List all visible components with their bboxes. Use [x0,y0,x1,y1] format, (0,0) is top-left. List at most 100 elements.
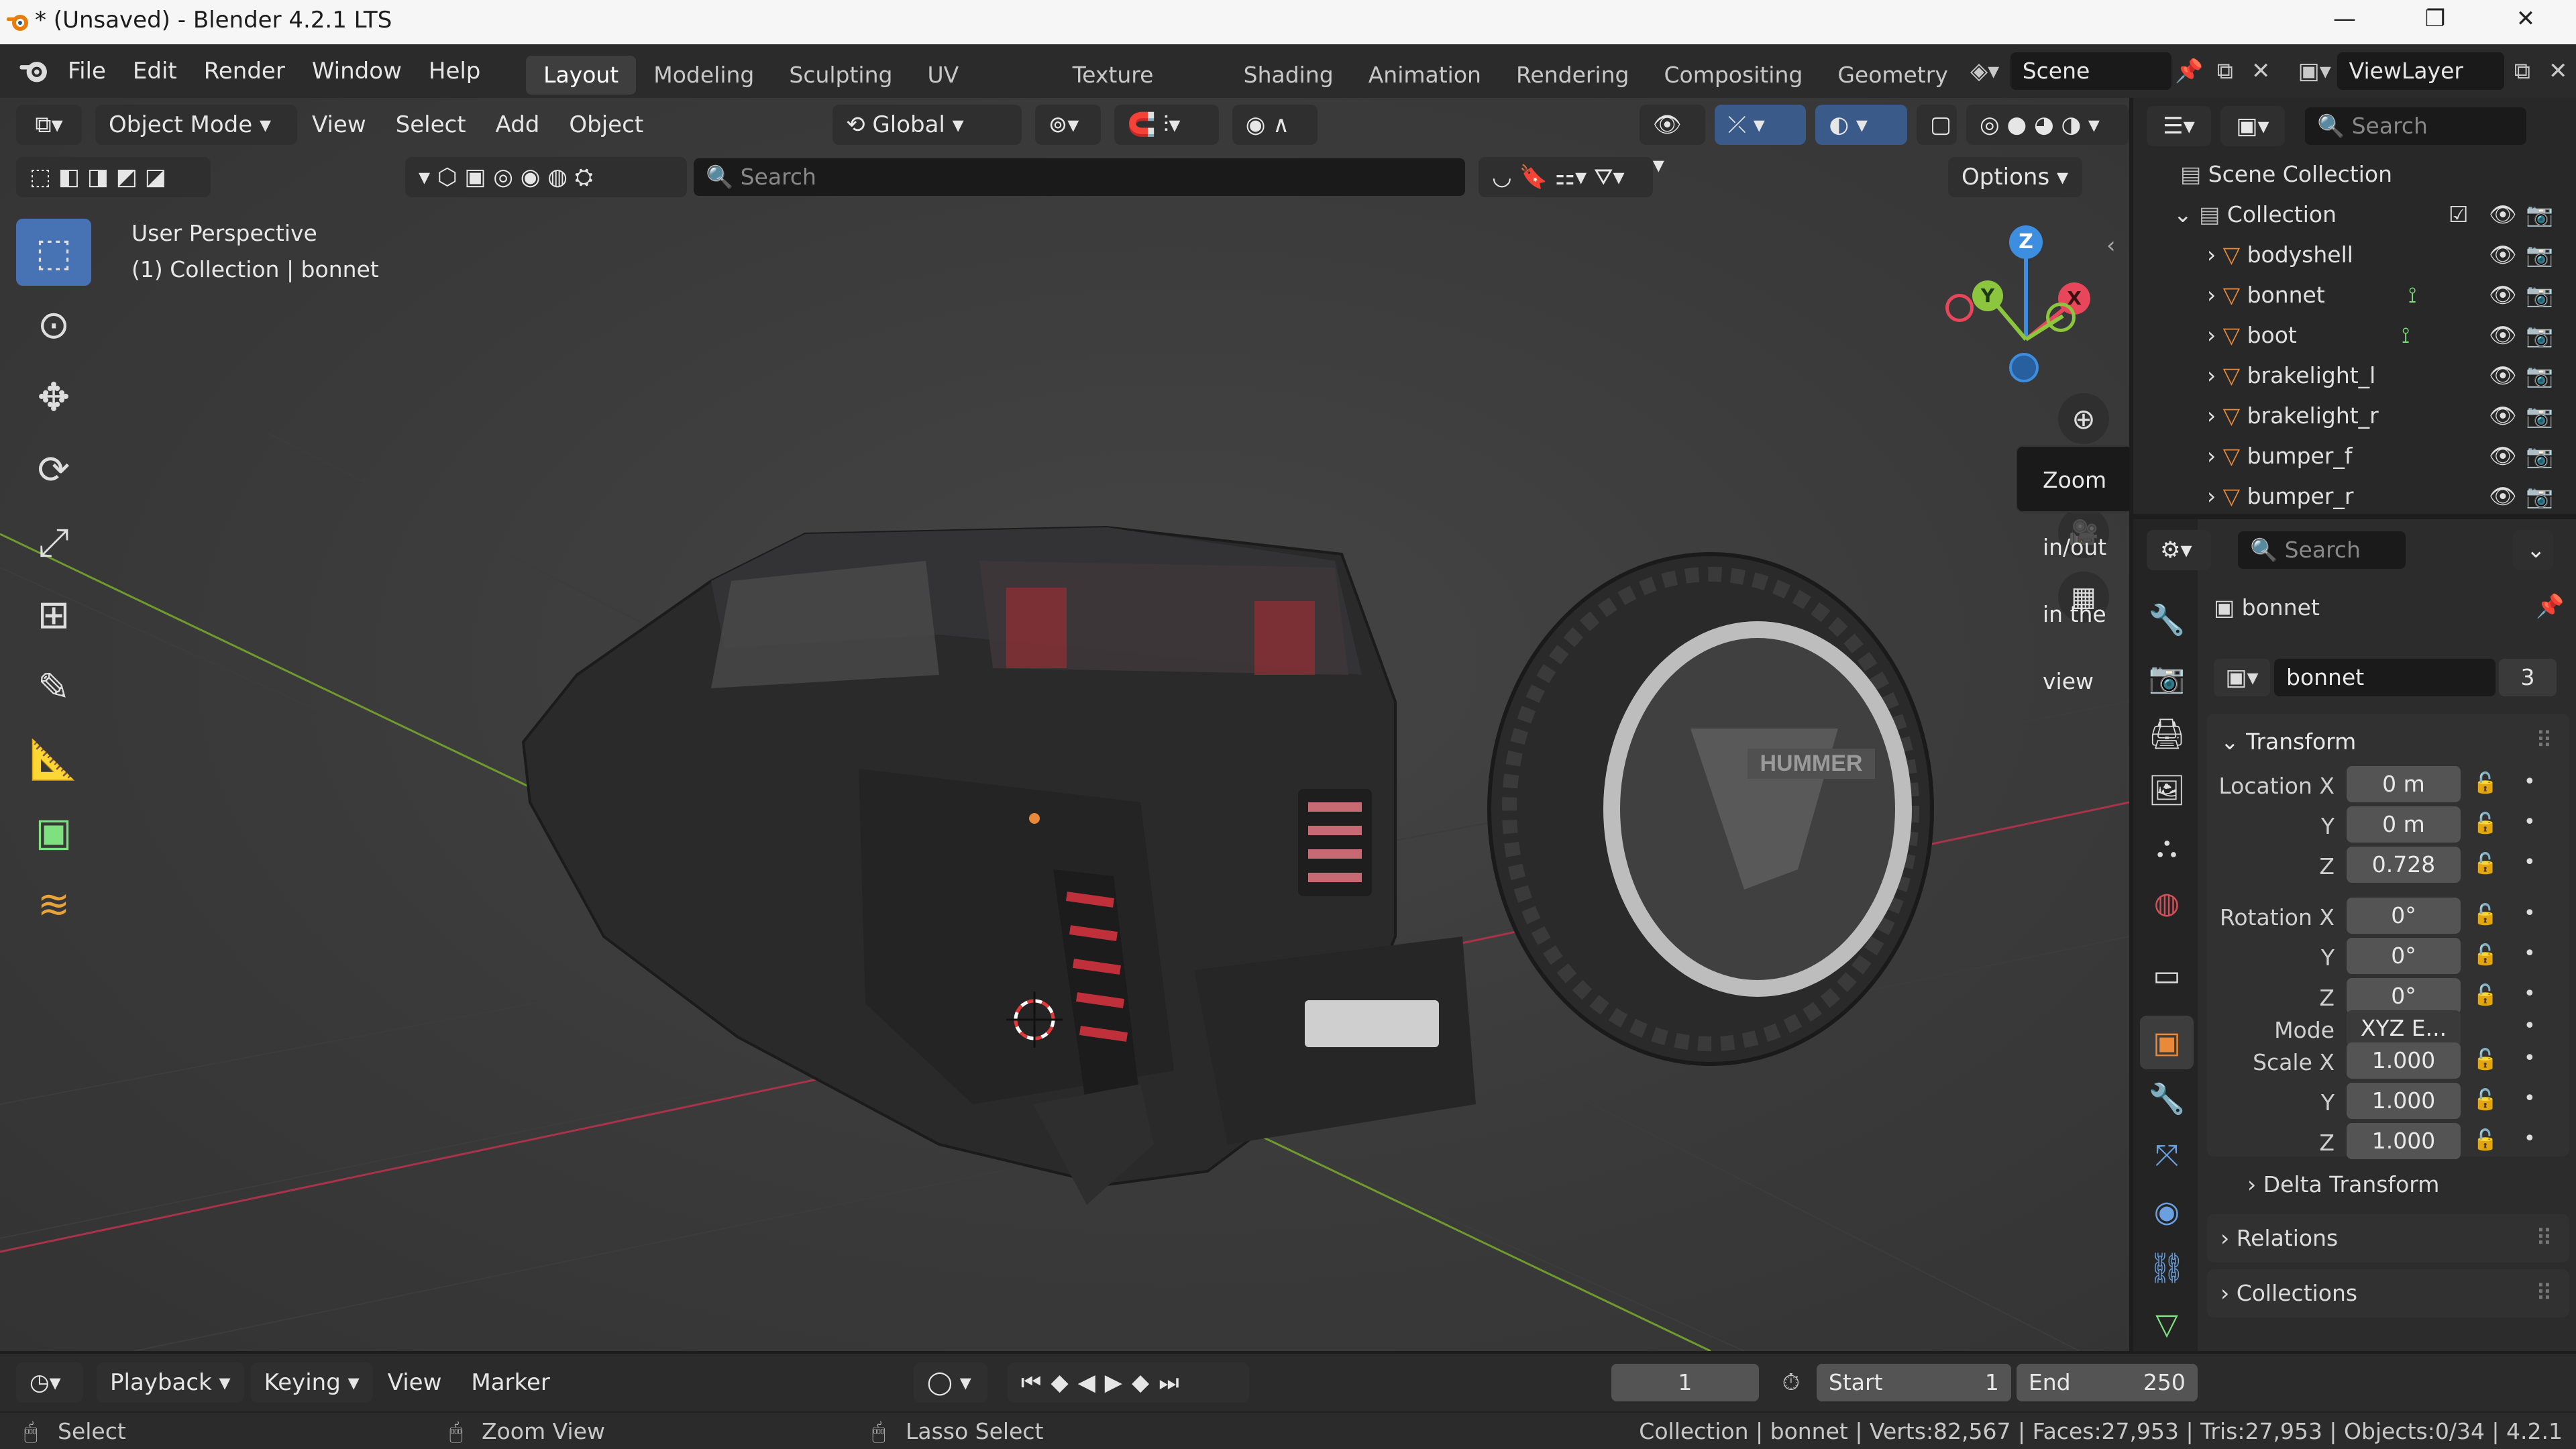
tab-geometry-nodes[interactable]: Geometry N [1820,56,1949,95]
cursor-tool-icon[interactable]: ⊙ [16,291,91,358]
menu-object[interactable]: Object [554,98,658,152]
keyframe-dot-icon[interactable]: • [2524,902,2536,925]
visibility-eye-icon[interactable]: 👁 [2489,275,2517,315]
keyframe-dot-icon[interactable]: • [2524,1046,2536,1070]
panel-drag-icon[interactable]: ⠿ [2536,727,2553,754]
collections-drag-icon[interactable]: ⠿ [2536,1280,2553,1307]
scene-collection-row[interactable]: ▤ Scene Collection [2133,154,2576,195]
collections-panel-header[interactable]: › Collections ⠿ [2207,1269,2569,1318]
select-box-tool-icon[interactable]: ⬚ [16,219,91,286]
scale-tool-icon[interactable]: ⤢ [16,508,91,576]
proportional-editing-icon[interactable]: ◉ ∧ [1232,105,1318,145]
rotation-y-field[interactable]: 0° [2347,938,2461,974]
scale-z-field[interactable]: 1.000 [2347,1123,2461,1159]
visibility-eye-icon[interactable]: 👁 [2489,436,2517,476]
menu-edit[interactable]: Edit [119,44,191,98]
expand-arrow-icon[interactable]: › [2207,483,2223,509]
menu-add[interactable]: Add [481,98,555,152]
delete-view-layer-icon[interactable]: ✕ [2540,52,2576,90]
collection-visibility-icon[interactable]: 👁 [2489,195,2517,235]
options-dropdown[interactable]: Options ▾ [1948,157,2082,197]
render-camera-icon[interactable]: 📷 [2526,476,2553,517]
tab-texture-paint[interactable]: Texture Paint [1055,56,1226,127]
measure-tool-icon[interactable]: 📐 [16,726,91,793]
end-frame-field[interactable]: End 250 [2016,1364,2198,1401]
render-tab-icon[interactable]: 📷 [2140,651,2194,704]
tab-uv-editing[interactable]: UV Editing [910,56,1055,127]
outliner-search-input[interactable]: 🔍 Search [2305,107,2526,145]
sidebar-toggle-icon[interactable]: ‹ [2106,232,2116,259]
start-frame-field[interactable]: Start 1 [1816,1364,2011,1401]
pivot-point-icon[interactable]: ⊚▾ [1034,105,1101,145]
scale-x-field[interactable]: 1.000 [2347,1042,2461,1079]
gizmo-neg-x[interactable] [1945,294,1974,322]
grease-pencil-tool-icon[interactable]: ≋ [16,871,91,938]
3d-viewport[interactable]: HUMMER User Perspective (1) Collection |… [0,98,2129,1351]
tab-sculpting[interactable]: Sculpting [771,56,910,95]
lock-icon[interactable]: 🔓 [2473,1128,2498,1152]
auto-keying-icon[interactable]: ◯ ▾ [913,1362,987,1403]
keyframe-dot-icon[interactable]: • [2524,942,2536,965]
collection-render-icon[interactable]: 📷 [2526,195,2553,235]
output-tab-icon[interactable]: 🖨 [2140,707,2194,761]
object-type-filter-icons[interactable]: ▾ ⬡ ▣ ◎ ◉ ◍ ⛭ [405,157,687,197]
transform-tool-icon[interactable]: ⊞ [16,581,91,648]
menu-window[interactable]: Window [299,44,415,98]
delta-transform-row[interactable]: › Delta Transform [2207,1162,2569,1209]
keyframe-dot-icon[interactable]: • [2524,1087,2536,1110]
collection-row[interactable]: ⌄ ▤ Collection ☑ 👁 📷 [2133,195,2576,235]
transform-header[interactable]: ⌄ Transform [2220,729,2356,755]
relations-panel-header[interactable]: › Relations ⠿ [2207,1214,2569,1263]
lock-icon[interactable]: 🔓 [2473,771,2498,795]
object-browse-icon[interactable]: ▣▾ [2214,659,2270,696]
frame-clock-icon[interactable]: ⏱ [1772,1364,1810,1401]
tab-modeling[interactable]: Modeling [636,56,771,95]
gizmo-neg-y[interactable] [2046,303,2076,332]
maximize-button[interactable]: ❐ [2398,5,2472,39]
marker-menu[interactable]: Marker [456,1356,565,1409]
lock-icon[interactable]: 🔓 [2473,1088,2498,1112]
viewport-filter-icons[interactable]: ◡ 🔖 ⚏▾ ⛛▾ [1479,157,1653,197]
collection-expand-icon[interactable]: ⌄ [2174,201,2199,227]
expand-arrow-icon[interactable]: › [2207,362,2223,388]
lock-icon[interactable]: 🔓 [2473,812,2498,835]
visibility-eye-icon[interactable]: 👁 [2489,315,2517,356]
tab-layout[interactable]: Layout [526,55,637,95]
scene-name-field[interactable]: Scene [2010,52,2171,90]
render-camera-icon[interactable]: 📷 [2526,396,2553,436]
expand-arrow-icon[interactable]: › [2207,282,2223,308]
keyframe-dot-icon[interactable]: • [2524,810,2536,834]
data-tab-icon[interactable]: ▽ [2140,1297,2194,1351]
expand-arrow-icon[interactable]: › [2207,402,2223,429]
expand-arrow-icon[interactable]: › [2207,322,2223,348]
tab-animation[interactable]: Animation [1351,56,1499,95]
gizmo-toggle-icon[interactable]: ⤫ ▾ [1714,105,1807,145]
tool-tab-icon[interactable]: 🔧 [2140,593,2194,647]
relations-drag-icon[interactable]: ⠿ [2536,1225,2553,1252]
scale-y-field[interactable]: 1.000 [2347,1083,2461,1119]
menu-view[interactable]: View [297,98,381,152]
mode-dropdown[interactable]: Object Mode ▾ [95,105,297,145]
visibility-icon[interactable]: 👁▾ [1639,105,1705,178]
location-y-field[interactable]: 0 m [2347,806,2461,843]
delete-scene-icon[interactable]: ✕ [2243,52,2279,90]
new-view-layer-icon[interactable]: ⧉ [2504,52,2540,90]
lock-icon[interactable]: 🔓 [2473,943,2498,967]
outliner-item[interactable]: › ▽ bumper_r 👁 📷 [2133,476,2576,517]
gizmo-y-axis[interactable]: Y [1972,280,2003,311]
playback-menu[interactable]: Playback ▾ [97,1362,244,1403]
properties-editor-type-icon[interactable]: ⚙▾ [2147,530,2211,570]
tab-rendering[interactable]: Rendering [1499,56,1647,95]
physics-tab-icon[interactable]: ◉ [2140,1185,2194,1238]
view-layer-field[interactable]: ViewLayer [2337,52,2505,90]
blender-menu-icon[interactable] [13,52,54,90]
outliner-item[interactable]: › ▽ boot 👁 📷 ⟟ [2133,315,2576,356]
outliner-item[interactable]: › ▽ brakelight_r 👁 📷 [2133,396,2576,436]
view-layer-selector-icon[interactable]: ▣▾ [2292,52,2337,90]
timeline-editor-type-icon[interactable]: ◷▾ [16,1362,83,1403]
keying-menu[interactable]: Keying ▾ [250,1362,373,1403]
gizmo-z-axis[interactable]: Z [2009,225,2043,259]
lock-icon[interactable]: 🔓 [2473,852,2498,875]
menu-help[interactable]: Help [415,44,494,98]
keyframe-dot-icon[interactable]: • [2524,982,2536,1006]
